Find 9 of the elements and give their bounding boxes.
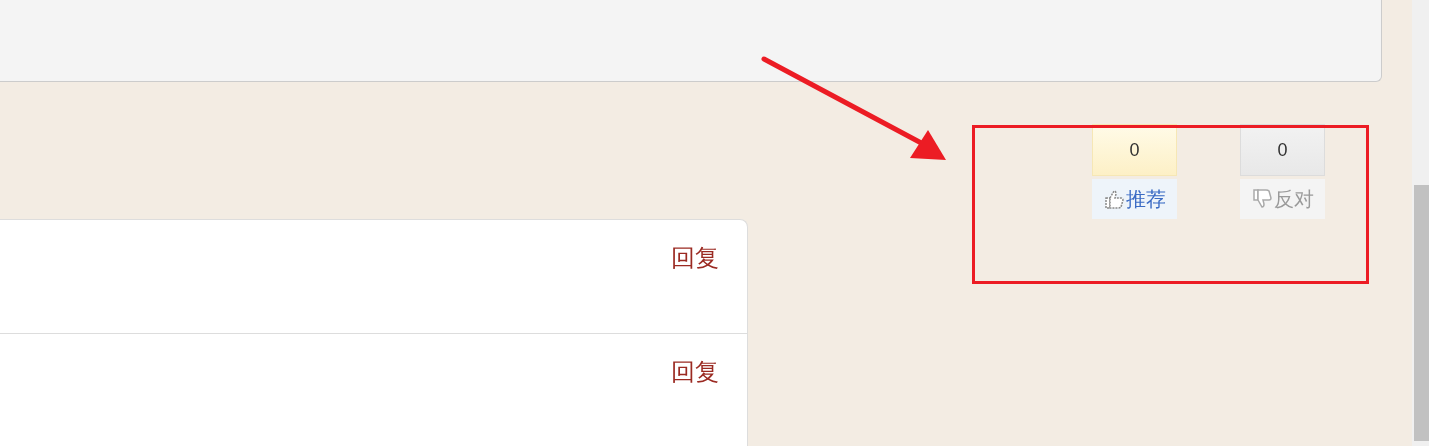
thumbs-up-icon [1103, 188, 1124, 210]
scrollbar-thumb[interactable] [1414, 185, 1429, 441]
vote-count: 0 [1240, 124, 1325, 176]
reply-link[interactable]: 回复 [671, 242, 719, 274]
scrollbar[interactable] [1412, 0, 1429, 446]
thumbs-down-icon [1251, 188, 1272, 210]
vote-count: 0 [1092, 124, 1177, 176]
reply-link[interactable]: 回复 [671, 356, 719, 388]
recommend-button[interactable]: 推荐 [1092, 179, 1177, 219]
